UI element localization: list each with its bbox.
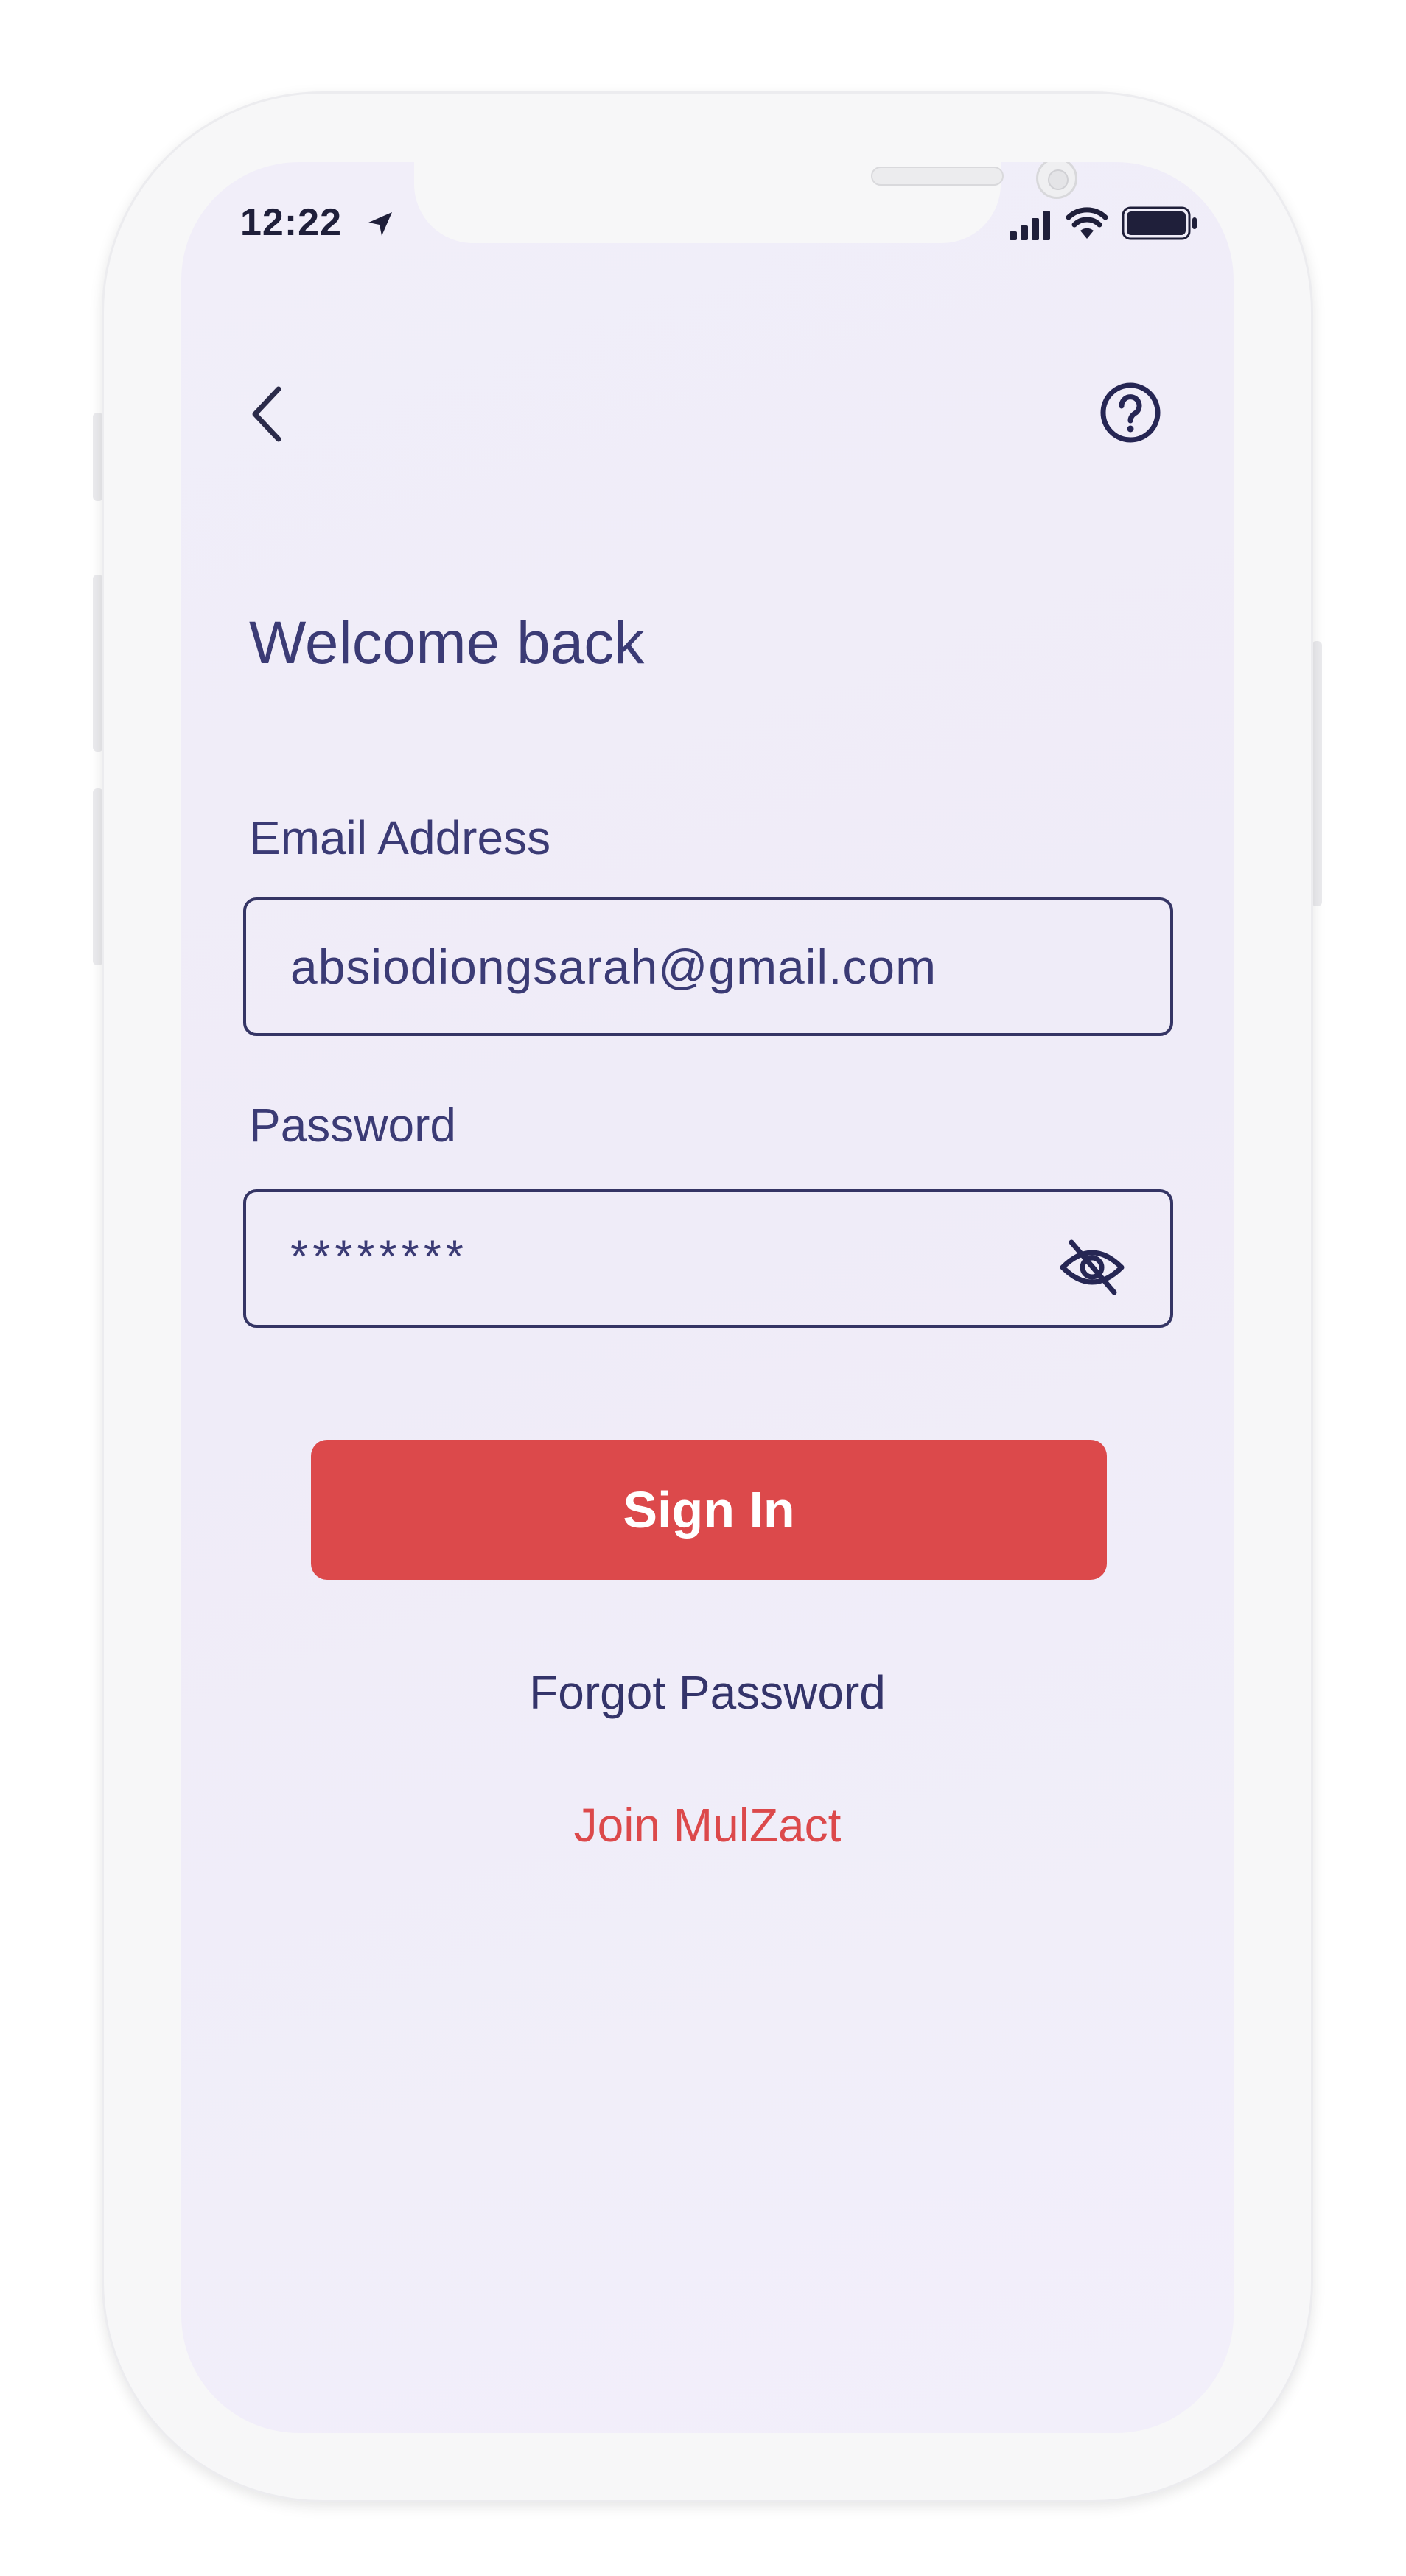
password-value: ******** [290, 1231, 469, 1283]
eye-slash-icon[interactable] [1057, 1236, 1127, 1298]
cellular-signal-icon [1010, 211, 1050, 240]
screen: 12:22 Welcome back Email Address absiodi… [181, 162, 1234, 2433]
chevron-left-icon[interactable] [245, 383, 289, 445]
battery-icon [1122, 206, 1197, 240]
forgot-password-link[interactable]: Forgot Password [181, 1665, 1234, 1720]
password-label: Password [249, 1099, 456, 1152]
front-camera [1036, 162, 1077, 199]
password-field[interactable]: ******** [243, 1189, 1173, 1328]
email-field[interactable]: absiodiongsarah@gmail.com [243, 897, 1173, 1036]
question-circle-icon[interactable] [1099, 382, 1161, 444]
sign-in-button[interactable]: Sign In [311, 1440, 1107, 1580]
location-arrow-icon [368, 212, 392, 236]
speaker-grille [871, 167, 1004, 186]
page-title: Welcome back [249, 609, 645, 676]
email-value: absiodiongsarah@gmail.com [290, 939, 937, 994]
power-button [1312, 641, 1322, 906]
notch [414, 162, 1077, 243]
join-link[interactable]: Join MulZact [181, 1798, 1234, 1852]
status-time: 12:22 [240, 201, 342, 244]
wifi-icon [1066, 207, 1108, 239]
email-label: Email Address [249, 811, 551, 864]
